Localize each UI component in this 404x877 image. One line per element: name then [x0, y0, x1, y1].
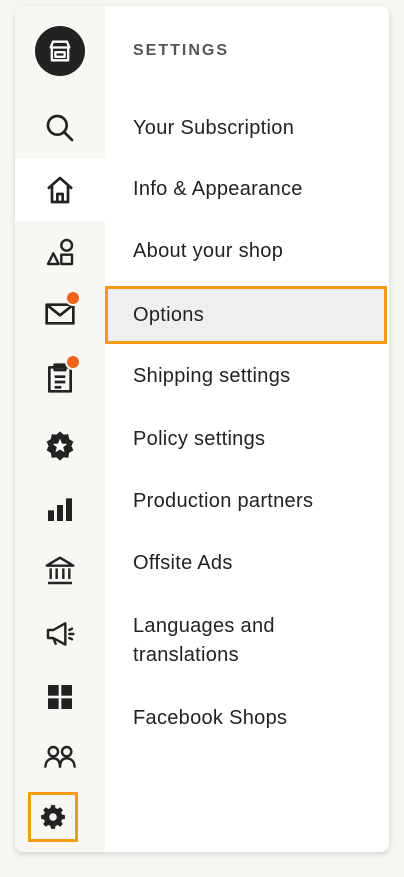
- menu-title: SETTINGS: [133, 42, 230, 59]
- menu-item-policy-settings[interactable]: Policy settings: [133, 425, 381, 454]
- orders-notification-badge: [65, 354, 81, 370]
- settings-gear-icon: [41, 805, 65, 829]
- finances-icon: [45, 556, 75, 585]
- menu-item-options-label: Options: [133, 304, 205, 326]
- integrations-icon: [48, 685, 72, 709]
- finances-button[interactable]: [15, 543, 105, 599]
- messages-button[interactable]: [15, 286, 105, 342]
- star-badge-icon: [46, 431, 74, 461]
- settings-panel: SETTINGS Your Subscription Info & Appear…: [15, 6, 389, 852]
- sidebar-rail: [15, 6, 105, 852]
- menu-item-languages-translations[interactable]: Languages and translations: [133, 612, 381, 670]
- search-button[interactable]: [15, 100, 105, 156]
- community-button[interactable]: [15, 729, 105, 785]
- marketing-icon: [46, 622, 75, 646]
- menu-item-facebook-shops[interactable]: Facebook Shops: [133, 704, 381, 733]
- marketing-button[interactable]: [15, 606, 105, 662]
- settings-button[interactable]: [28, 792, 78, 842]
- home-button[interactable]: [15, 159, 105, 221]
- listings-button[interactable]: [15, 224, 105, 280]
- messages-notification-badge: [65, 290, 81, 306]
- stats-button[interactable]: [15, 481, 105, 537]
- stats-icon: [48, 498, 72, 521]
- listings-icon: [46, 238, 74, 266]
- shop-button[interactable]: [15, 23, 105, 79]
- integrations-button[interactable]: [15, 669, 105, 725]
- menu-item-options[interactable]: Options: [105, 286, 387, 344]
- shop-icon: [35, 26, 85, 76]
- home-icon: [47, 176, 73, 204]
- search-icon: [46, 114, 74, 142]
- community-icon: [44, 745, 76, 768]
- star-seller-button[interactable]: [15, 418, 105, 474]
- menu-item-about-your-shop[interactable]: About your shop: [133, 237, 381, 266]
- orders-button[interactable]: [15, 350, 105, 406]
- menu-item-your-subscription[interactable]: Your Subscription: [133, 114, 381, 143]
- menu-item-production-partners[interactable]: Production partners: [133, 487, 381, 516]
- settings-menu: SETTINGS Your Subscription Info & Appear…: [105, 6, 389, 852]
- menu-item-offsite-ads[interactable]: Offsite Ads: [133, 549, 381, 578]
- menu-item-info-appearance[interactable]: Info & Appearance: [133, 175, 381, 204]
- menu-item-shipping-settings[interactable]: Shipping settings: [133, 362, 381, 391]
